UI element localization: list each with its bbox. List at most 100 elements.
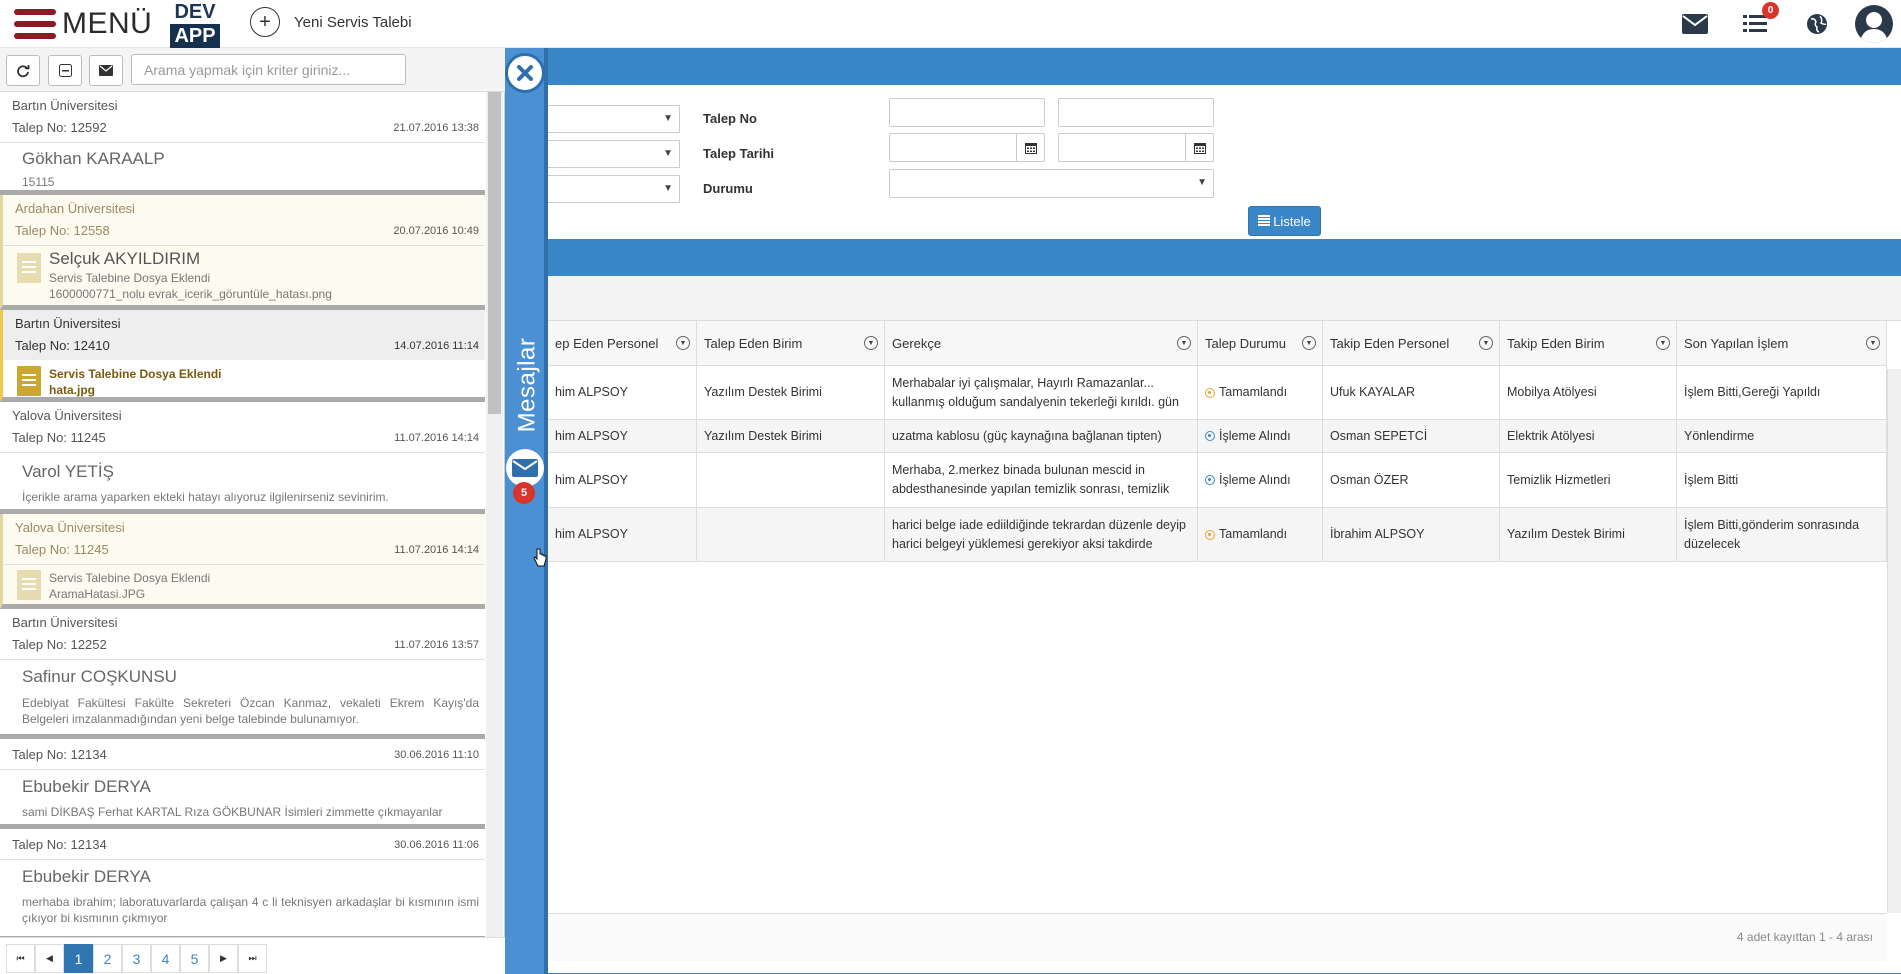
message-text: sami DİKBAŞ Ferhat KARTAL Rıza GÖKBUNAR … [22,805,443,819]
status-cell: Tamamlandı [1198,366,1323,419]
status-cell: İşleme Alındı [1198,453,1323,507]
status-done-icon [1205,529,1215,540]
app-logo[interactable]: DEV APP [170,0,220,49]
university-label: Yalova Üniversitesi [12,408,122,423]
sender-name: Safinur COŞKUNSU [22,667,177,686]
page-button-2[interactable]: 2 [93,944,122,973]
file-attached-label: Servis Talebine Dosya Eklendi [49,271,211,285]
followed-unit-cell: Elektrik Atölyesi [1500,420,1677,452]
file-icon [17,570,41,600]
file-attached-label: Servis Talebine Dosya Eklendi [49,571,211,585]
envelope-icon [99,65,113,76]
column-header[interactable]: Takip Eden Personel ▼ [1323,321,1500,366]
requester-unit-cell: Yazılım Destek Birimi [697,420,885,452]
list-item-active[interactable]: Bartın Üniversitesi Talep No: 12410 14.0… [0,310,485,402]
close-drawer-button[interactable] [505,53,545,93]
column-header[interactable]: Talep Eden Birim ▼ [697,321,885,366]
envelope-icon[interactable] [1680,10,1710,38]
compose-button[interactable] [89,55,123,86]
list-item[interactable]: Talep No: 12134 30.06.2016 11:10 Ebubeki… [0,739,485,829]
column-header[interactable]: Talep Durumu ▼ [1198,321,1323,366]
table-row[interactable]: him ALPSOY Merhaba, 2.merkez binada bulu… [548,453,1887,508]
filter-select-3[interactable]: ▼ [548,175,680,203]
filter-icon[interactable]: ▼ [1479,336,1493,350]
message-list-scrollbar[interactable] [486,92,503,937]
request-date-from-input[interactable] [889,133,1045,162]
logo-app-text: APP [170,24,220,49]
university-label: Bartın Üniversitesi [12,98,118,113]
filter-icon[interactable]: ▼ [676,336,690,350]
table-row[interactable]: him ALPSOY Yazılım Destek Birimi uzatma … [548,420,1887,453]
filter-select-2[interactable]: ▼ [548,140,680,168]
followed-by-cell: İbrahim ALPSOY [1323,508,1500,561]
list-button[interactable]: Listele [1248,206,1321,236]
prev-page-button[interactable]: ◀ [35,944,64,973]
messages-side-tab[interactable] [505,48,548,974]
university-label: Bartın Üniversitesi [12,615,118,630]
status-done-icon [1205,387,1215,398]
minus-square-icon [58,64,72,77]
column-header[interactable]: Takip Eden Birim ▼ [1500,321,1677,366]
followed-unit-cell: Temizlik Hizmetleri [1500,453,1677,507]
column-header[interactable]: ep Eden Personel ▼ [548,321,697,366]
search-input[interactable] [131,54,406,85]
message-date: 14.07.2016 11:14 [394,340,479,352]
list-button-label: Listele [1273,213,1311,229]
file-icon [17,253,41,283]
status-text: Tamamlandı [1219,385,1288,399]
calendar-icon[interactable] [1185,134,1213,161]
page-button-4[interactable]: 4 [151,944,180,973]
filter-icon[interactable]: ▼ [1177,336,1191,350]
status-cell: İşleme Alındı [1198,420,1323,452]
menu-button[interactable]: MENÜ [14,6,152,42]
refresh-button[interactable] [6,55,40,86]
column-header[interactable]: Son Yapılan İşlem ▼ [1677,321,1887,366]
unread-count-badge: 5 [513,482,535,504]
filter-icon[interactable]: ▼ [1656,336,1670,350]
filter-icon[interactable]: ▼ [1302,336,1316,350]
page-button-3[interactable]: 3 [122,944,151,973]
page-button-1[interactable]: 1 [64,944,93,973]
record-summary: 4 adet kayıttan 1 - 4 arası [1736,930,1873,944]
list-item[interactable]: Talep No: 12134 30.06.2016 11:06 Ebubeki… [0,829,485,937]
filter-select-1[interactable]: ▼ [548,105,680,133]
new-service-request-button[interactable]: + Yeni Servis Talebi [250,6,412,38]
scrollbar-thumb[interactable] [488,92,501,414]
calendar-icon[interactable] [1016,134,1044,161]
column-header[interactable]: Gerekçe ▼ [885,321,1198,366]
status-select[interactable]: ▼ [889,169,1214,198]
globe-icon[interactable] [1802,10,1832,38]
request-no-from-input[interactable] [889,98,1045,127]
page-button-5[interactable]: 5 [180,944,209,973]
list-item[interactable]: Bartın Üniversitesi Talep No: 12252 11.0… [0,609,485,739]
drawer-toolbar [0,48,505,92]
column-header-label: Son Yapılan İşlem [1684,336,1789,351]
messages-drawer: Bartın Üniversitesi Talep No: 12592 21.0… [0,48,505,974]
filter-icon[interactable]: ▼ [864,336,878,350]
list-item[interactable]: Bartın Üniversitesi Talep No: 12592 21.0… [0,92,485,195]
tasks-button[interactable]: 0 [1740,2,1779,38]
list-item[interactable]: Yalova Üniversitesi Talep No: 11245 11.0… [0,514,485,609]
list-item[interactable]: Ardahan Üniversitesi Talep No: 12558 20.… [0,195,485,310]
message-date: 11.07.2016 14:14 [394,544,479,556]
sender-name: Gökhan KARAALP [22,149,165,168]
requester-unit-cell [697,508,885,561]
first-page-button[interactable]: ⏮ [6,944,35,973]
grid-scrollbar[interactable] [1887,369,1901,913]
new-service-request-label: Yeni Servis Talebi [294,13,412,31]
collapse-button[interactable] [48,55,82,86]
message-date: 30.06.2016 11:10 [394,749,479,761]
divider [0,452,485,453]
table-row[interactable]: him ALPSOY Yazılım Destek Birimi Merhaba… [548,366,1887,420]
request-no-to-input[interactable] [1058,98,1214,127]
next-page-button[interactable]: ▶ [209,944,238,973]
list-item[interactable]: Yalova Üniversitesi Talep No: 11245 11.0… [0,402,485,514]
filter-icon[interactable]: ▼ [1866,336,1880,350]
table-row[interactable]: him ALPSOY harici belge iade ediildiğind… [548,508,1887,562]
column-header-label: Talep Eden Birim [704,336,803,351]
request-number: Talep No: 12592 [12,120,107,135]
request-date-to-input[interactable] [1058,133,1214,162]
user-avatar-icon[interactable] [1855,5,1893,43]
messages-tab-label[interactable]: Mesajlar [507,330,547,440]
last-page-button[interactable]: ⏭ [238,944,267,973]
